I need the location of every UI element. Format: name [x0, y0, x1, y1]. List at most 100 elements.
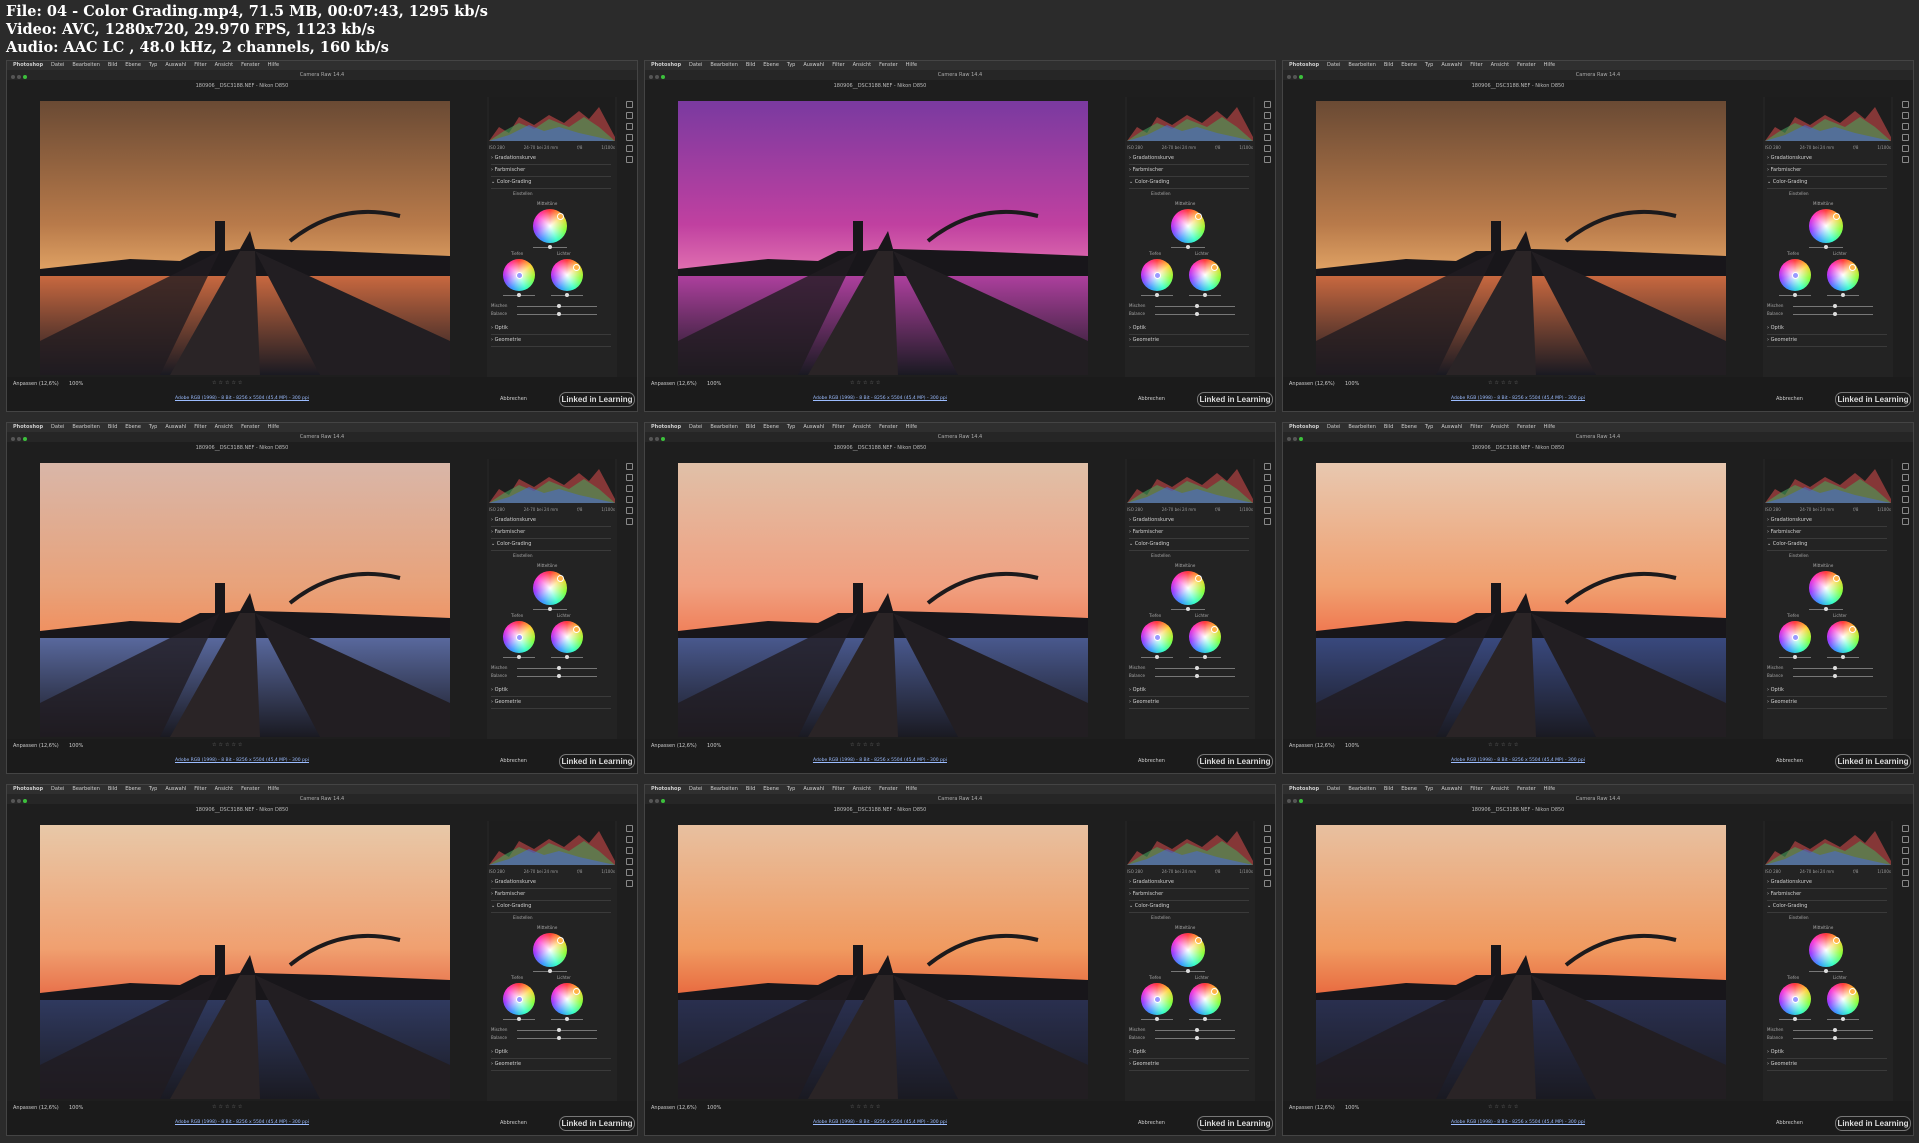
- shadows-wheel[interactable]: [1779, 621, 1811, 653]
- menu-item[interactable]: Fenster: [1517, 62, 1536, 68]
- section-curve[interactable]: › Gradationskurve: [1767, 153, 1887, 165]
- menu-item[interactable]: Fenster: [1517, 786, 1536, 792]
- zoom-percentage[interactable]: 100%: [69, 381, 83, 387]
- preview-image[interactable]: [1316, 825, 1726, 1099]
- blend-slider[interactable]: [1155, 1028, 1235, 1032]
- highlights-luminance-slider[interactable]: [1189, 293, 1221, 297]
- menu-item[interactable]: Filter: [832, 424, 844, 430]
- cancel-button[interactable]: Abbrechen: [1138, 1120, 1165, 1126]
- section-color-grading[interactable]: ⌄ Color-Grading: [1767, 177, 1887, 189]
- menu-item[interactable]: Bearbeiten: [1348, 62, 1375, 68]
- fit-zoom-dropdown[interactable]: Anpassen (12,6%): [651, 743, 697, 749]
- edit-icon[interactable]: [625, 463, 633, 470]
- heal-icon[interactable]: [1263, 847, 1271, 854]
- mask-icon[interactable]: [625, 134, 633, 141]
- redeye-icon[interactable]: [1901, 145, 1909, 152]
- menu-item[interactable]: Auswahl: [165, 62, 186, 68]
- midtones-luminance-slider[interactable]: [533, 245, 567, 249]
- section-color-grading[interactable]: ⌄ Color-Grading: [1129, 177, 1249, 189]
- preview-image[interactable]: [40, 825, 450, 1099]
- blend-slider[interactable]: [1793, 304, 1873, 308]
- balance-slider[interactable]: [1155, 312, 1235, 316]
- cancel-button[interactable]: Abbrechen: [1776, 758, 1803, 764]
- app-menu[interactable]: Photoshop: [13, 62, 43, 68]
- edit-icon[interactable]: [1263, 101, 1271, 108]
- menu-item[interactable]: Datei: [689, 62, 702, 68]
- section-geometry[interactable]: › Geometrie: [1767, 335, 1887, 347]
- menu-item[interactable]: Bild: [746, 424, 755, 430]
- section-color-mixer[interactable]: › Farbmischer: [1129, 889, 1249, 901]
- shadows-luminance-slider[interactable]: [503, 655, 535, 659]
- rating-stars[interactable]: ☆☆☆☆☆: [212, 380, 244, 386]
- presets-icon[interactable]: [625, 518, 633, 525]
- zoom-percentage[interactable]: 100%: [707, 743, 721, 749]
- menu-item[interactable]: Filter: [832, 786, 844, 792]
- section-curve[interactable]: › Gradationskurve: [491, 153, 611, 165]
- shadows-wheel[interactable]: [503, 983, 535, 1015]
- menu-item[interactable]: Hilfe: [906, 62, 917, 68]
- section-curve[interactable]: › Gradationskurve: [1129, 877, 1249, 889]
- section-optics[interactable]: › Optik: [491, 1047, 611, 1059]
- app-menu[interactable]: Photoshop: [13, 424, 43, 430]
- menu-item[interactable]: Filter: [194, 62, 206, 68]
- menu-item[interactable]: Hilfe: [268, 424, 279, 430]
- cancel-button[interactable]: Abbrechen: [1776, 396, 1803, 402]
- section-optics[interactable]: › Optik: [1129, 685, 1249, 697]
- rating-stars[interactable]: ☆☆☆☆☆: [1488, 742, 1520, 748]
- section-color-mixer[interactable]: › Farbmischer: [1129, 165, 1249, 177]
- workflow-options-link[interactable]: Adobe RGB (1998) - 8 Bit - 8256 x 5504 (…: [645, 1120, 1115, 1125]
- app-menu[interactable]: Photoshop: [651, 786, 681, 792]
- fit-zoom-dropdown[interactable]: Anpassen (12,6%): [13, 743, 59, 749]
- midtones-wheel[interactable]: [1171, 571, 1205, 605]
- highlights-wheel[interactable]: [1189, 983, 1221, 1015]
- midtones-wheel[interactable]: [1809, 571, 1843, 605]
- zoom-percentage[interactable]: 100%: [69, 743, 83, 749]
- menu-item[interactable]: Filter: [194, 786, 206, 792]
- cancel-button[interactable]: Abbrechen: [500, 758, 527, 764]
- presets-icon[interactable]: [1901, 156, 1909, 163]
- menu-item[interactable]: Bearbeiten: [72, 786, 99, 792]
- rating-stars[interactable]: ☆☆☆☆☆: [212, 742, 244, 748]
- section-color-grading[interactable]: ⌄ Color-Grading: [491, 539, 611, 551]
- crop-icon[interactable]: [1901, 836, 1909, 843]
- redeye-icon[interactable]: [625, 507, 633, 514]
- menu-item[interactable]: Hilfe: [1544, 786, 1555, 792]
- menu-item[interactable]: Bearbeiten: [710, 424, 737, 430]
- menu-item[interactable]: Typ: [149, 424, 157, 430]
- highlights-luminance-slider[interactable]: [551, 655, 583, 659]
- menu-item[interactable]: Ansicht: [215, 786, 233, 792]
- menu-item[interactable]: Bild: [746, 786, 755, 792]
- crop-icon[interactable]: [1901, 474, 1909, 481]
- menu-item[interactable]: Ansicht: [853, 62, 871, 68]
- menu-item[interactable]: Fenster: [879, 424, 898, 430]
- shadows-wheel[interactable]: [1141, 621, 1173, 653]
- shadows-luminance-slider[interactable]: [1141, 293, 1173, 297]
- rating-stars[interactable]: ☆☆☆☆☆: [850, 1104, 882, 1110]
- menu-item[interactable]: Bild: [1384, 786, 1393, 792]
- workflow-options-link[interactable]: Adobe RGB (1998) - 8 Bit - 8256 x 5504 (…: [7, 396, 477, 401]
- section-geometry[interactable]: › Geometrie: [1129, 1059, 1249, 1071]
- menu-item[interactable]: Typ: [149, 62, 157, 68]
- mask-icon[interactable]: [1901, 858, 1909, 865]
- midtones-luminance-slider[interactable]: [1809, 607, 1843, 611]
- edit-icon[interactable]: [1901, 825, 1909, 832]
- heal-icon[interactable]: [1263, 485, 1271, 492]
- rating-stars[interactable]: ☆☆☆☆☆: [850, 380, 882, 386]
- presets-icon[interactable]: [1901, 880, 1909, 887]
- menu-item[interactable]: Auswahl: [1441, 424, 1462, 430]
- menu-item[interactable]: Ebene: [125, 62, 141, 68]
- menu-item[interactable]: Auswahl: [165, 424, 186, 430]
- menu-item[interactable]: Hilfe: [906, 786, 917, 792]
- crop-icon[interactable]: [1263, 474, 1271, 481]
- balance-slider[interactable]: [1793, 674, 1873, 678]
- menu-item[interactable]: Auswahl: [803, 424, 824, 430]
- mask-icon[interactable]: [1263, 496, 1271, 503]
- midtones-luminance-slider[interactable]: [1809, 245, 1843, 249]
- section-curve[interactable]: › Gradationskurve: [1129, 515, 1249, 527]
- mask-icon[interactable]: [1901, 496, 1909, 503]
- menu-item[interactable]: Auswahl: [1441, 62, 1462, 68]
- section-color-mixer[interactable]: › Farbmischer: [1767, 165, 1887, 177]
- menu-item[interactable]: Typ: [787, 786, 795, 792]
- section-curve[interactable]: › Gradationskurve: [1129, 153, 1249, 165]
- section-curve[interactable]: › Gradationskurve: [1767, 515, 1887, 527]
